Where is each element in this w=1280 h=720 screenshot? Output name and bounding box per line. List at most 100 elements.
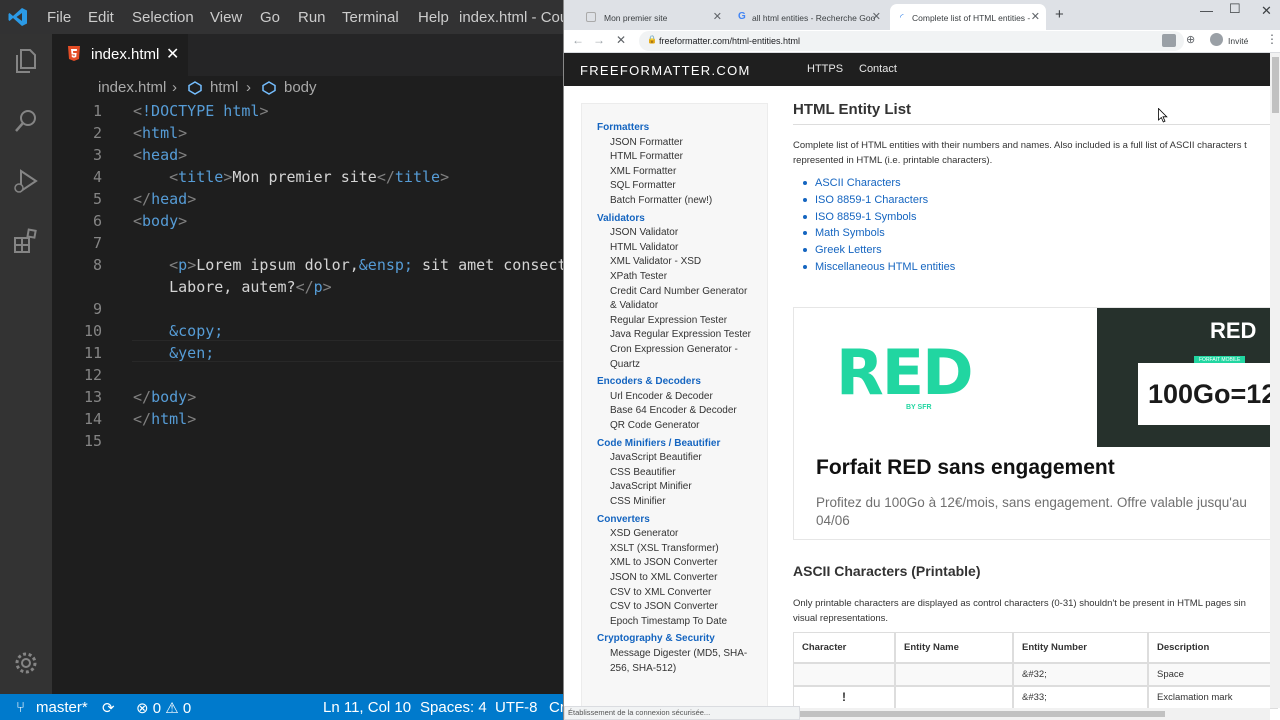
horizontal-scrollbar[interactable] bbox=[800, 708, 1270, 720]
sidebar-link[interactable]: Quartz bbox=[610, 359, 640, 370]
vertical-scrollbar[interactable] bbox=[1270, 53, 1280, 708]
code-line[interactable]: </head> bbox=[133, 190, 196, 208]
minimize-icon[interactable]: — bbox=[1200, 3, 1213, 18]
code-line[interactable]: &yen; bbox=[133, 344, 214, 362]
sidebar-link[interactable]: Url Encoder & Decoder bbox=[610, 391, 713, 402]
browser-tab-3-active[interactable]: ◜ Complete list of HTML entities - ✕ bbox=[890, 4, 1046, 30]
toc-link-ascii[interactable]: ASCII Characters bbox=[803, 177, 901, 189]
zoom-icon[interactable]: ⊕ bbox=[1186, 33, 1195, 46]
menu-view[interactable]: View bbox=[210, 9, 242, 26]
code-line[interactable]: &copy; bbox=[133, 322, 223, 340]
branch-name[interactable]: master* bbox=[36, 699, 88, 716]
sidebar-link[interactable]: XML Validator - XSD bbox=[610, 256, 701, 267]
code-line[interactable]: <p>Lorem ipsum dolor,&ensp; sit amet con… bbox=[133, 256, 575, 274]
sidebar-link[interactable]: Cron Expression Generator - bbox=[610, 344, 738, 355]
breadcrumb-file[interactable]: index.html bbox=[98, 79, 166, 96]
sidebar-link[interactable]: HTML Formatter bbox=[610, 151, 683, 162]
settings-gear-icon[interactable] bbox=[11, 648, 41, 678]
menu-edit[interactable]: Edit bbox=[88, 9, 114, 26]
search-icon[interactable] bbox=[11, 106, 41, 136]
menu-go[interactable]: Go bbox=[260, 9, 280, 26]
sidebar-link[interactable]: CSS Beautifier bbox=[610, 467, 676, 478]
nav-contact[interactable]: Contact bbox=[859, 63, 897, 75]
sidebar-link[interactable]: Message Digester (MD5, SHA- bbox=[610, 648, 747, 659]
sidebar-link[interactable]: JavaScript Beautifier bbox=[610, 452, 702, 463]
ad-banner[interactable]: RED BY SFR RED FORFAIT MOBILE 100Go=12 F… bbox=[793, 307, 1276, 540]
run-debug-icon[interactable] bbox=[11, 166, 41, 196]
code-line[interactable]: <title>Mon premier site</title> bbox=[133, 168, 449, 186]
toc-link-iso-symbols[interactable]: ISO 8859-1 Symbols bbox=[803, 211, 917, 223]
sidebar-link[interactable]: CSV to JSON Converter bbox=[610, 601, 718, 612]
sidebar-link[interactable]: XSLT (XSL Transformer) bbox=[610, 543, 719, 554]
code-line[interactable]: Labore, autem?</p> bbox=[133, 278, 332, 296]
lock-icon[interactable]: 🔒 bbox=[647, 35, 657, 44]
breadcrumb-body[interactable]: body bbox=[284, 79, 317, 96]
sidebar-link[interactable]: Java Regular Expression Tester bbox=[610, 329, 751, 340]
sidebar-link[interactable]: SQL Formatter bbox=[610, 180, 676, 191]
toc-link-misc[interactable]: Miscellaneous HTML entities bbox=[803, 261, 955, 273]
sidebar-link[interactable]: XPath Tester bbox=[610, 271, 667, 282]
nav-https[interactable]: HTTPS bbox=[807, 63, 843, 75]
code-line[interactable]: <html> bbox=[133, 124, 187, 142]
sidebar-link[interactable]: 256, SHA-512) bbox=[610, 663, 676, 674]
translate-icon[interactable] bbox=[1162, 34, 1176, 47]
sidebar-link[interactable]: JSON Validator bbox=[610, 227, 678, 238]
scrollbar-thumb[interactable] bbox=[1272, 57, 1279, 113]
toc-link-iso-chars[interactable]: ISO 8859-1 Characters bbox=[803, 194, 928, 206]
stop-loading-icon[interactable]: ✕ bbox=[616, 33, 626, 47]
menu-selection[interactable]: Selection bbox=[132, 9, 194, 26]
back-arrow-icon[interactable]: ← bbox=[572, 33, 584, 47]
sidebar-link[interactable]: XSD Generator bbox=[610, 528, 678, 539]
browser-tab-1[interactable]: Mon premier site ✕ bbox=[576, 4, 728, 30]
breadcrumb-html[interactable]: html bbox=[210, 79, 238, 96]
browser-tab-2[interactable]: G all html entities - Recherche Goo ✕ bbox=[729, 4, 887, 30]
branch-icon[interactable]: ⑂ bbox=[16, 699, 25, 716]
sidebar-link[interactable]: Base 64 Encoder & Decoder bbox=[610, 405, 737, 416]
sidebar-link[interactable]: Batch Formatter (new!) bbox=[610, 195, 712, 206]
sync-icon[interactable]: ⟳ bbox=[102, 699, 115, 717]
code-line[interactable]: <head> bbox=[133, 146, 187, 164]
menu-file[interactable]: File bbox=[47, 9, 71, 26]
sidebar-link[interactable]: JSON to XML Converter bbox=[610, 572, 717, 583]
code-line[interactable]: </body> bbox=[133, 388, 196, 406]
sidebar-link[interactable]: Regular Expression Tester bbox=[610, 315, 727, 326]
problems-indicator[interactable]: ⊗ 0 ⚠ 0 bbox=[136, 699, 191, 717]
more-menu-icon[interactable]: ⋮ bbox=[1266, 32, 1278, 46]
menu-run[interactable]: Run bbox=[298, 9, 326, 26]
maximize-icon[interactable]: ☐ bbox=[1229, 1, 1241, 17]
cursor-position[interactable]: Ln 11, Col 10 bbox=[323, 699, 411, 716]
guest-profile-label[interactable]: Invité bbox=[1228, 36, 1248, 46]
ad-title[interactable]: Forfait RED sans engagement bbox=[816, 456, 1115, 480]
sidebar-link[interactable]: QR Code Generator bbox=[610, 420, 700, 431]
indentation[interactable]: Spaces: 4 bbox=[420, 699, 487, 716]
close-tab-icon[interactable]: ✕ bbox=[1031, 10, 1040, 23]
close-tab-icon[interactable]: ✕ bbox=[713, 10, 722, 23]
menu-help[interactable]: Help bbox=[418, 9, 449, 26]
menu-terminal[interactable]: Terminal bbox=[342, 9, 399, 26]
code-line[interactable]: <body> bbox=[133, 212, 187, 230]
code-line[interactable]: <!DOCTYPE html> bbox=[133, 102, 268, 120]
toc-link-greek[interactable]: Greek Letters bbox=[803, 244, 882, 256]
site-logo[interactable]: FREEFORMATTER.COM bbox=[580, 63, 751, 78]
extensions-icon[interactable] bbox=[11, 226, 41, 256]
forward-arrow-icon[interactable]: → bbox=[593, 33, 605, 47]
guest-avatar-icon[interactable] bbox=[1210, 33, 1223, 46]
window-close-icon[interactable]: ✕ bbox=[1261, 3, 1272, 19]
address-bar[interactable]: 🔒 freeformatter.com/html-entities.html bbox=[639, 31, 1184, 51]
sidebar-link[interactable]: XML to JSON Converter bbox=[610, 557, 717, 568]
tab-index-html[interactable]: index.html ✕ bbox=[52, 34, 188, 76]
sidebar-link[interactable]: Epoch Timestamp To Date bbox=[610, 616, 727, 627]
url-text[interactable]: freeformatter.com/html-entities.html bbox=[659, 36, 800, 46]
sidebar-link[interactable]: XML Formatter bbox=[610, 166, 676, 177]
sidebar-link[interactable]: JSON Formatter bbox=[610, 137, 683, 148]
sidebar-link[interactable]: HTML Validator bbox=[610, 242, 678, 253]
sidebar-link[interactable]: CSV to XML Converter bbox=[610, 587, 711, 598]
sidebar-link[interactable]: CSS Minifier bbox=[610, 496, 666, 507]
scrollbar-thumb[interactable] bbox=[800, 711, 1165, 717]
close-tab-icon[interactable]: ✕ bbox=[166, 44, 179, 64]
code-line[interactable]: </html> bbox=[133, 410, 196, 428]
sidebar-link[interactable]: JavaScript Minifier bbox=[610, 481, 692, 492]
close-tab-icon[interactable]: ✕ bbox=[872, 10, 881, 23]
sidebar-link[interactable]: & Validator bbox=[610, 300, 658, 311]
encoding[interactable]: UTF-8 bbox=[495, 699, 538, 716]
